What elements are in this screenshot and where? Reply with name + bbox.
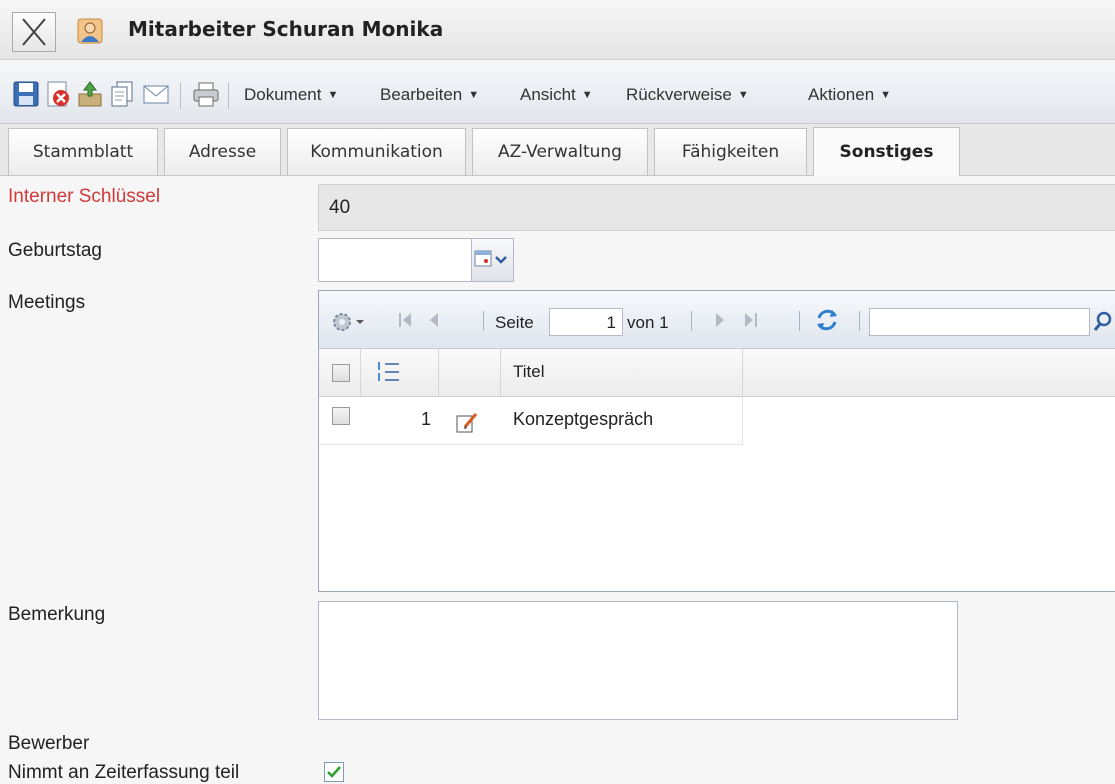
row-checkbox[interactable]: [332, 407, 350, 425]
grid-header: Titel: [319, 349, 1115, 397]
first-page-icon[interactable]: [397, 309, 413, 331]
table-row[interactable]: 1 Konzeptgespräch: [319, 397, 743, 445]
copy-icon[interactable]: [108, 80, 136, 108]
select-all-checkbox[interactable]: [332, 364, 350, 382]
tab-sonstiges[interactable]: Sonstiges: [813, 127, 960, 176]
delete-icon[interactable]: [44, 80, 72, 108]
window-title: Mitarbeiter Schuran Monika: [128, 17, 444, 41]
tab-az-verwaltung[interactable]: AZ-Verwaltung: [472, 128, 648, 175]
refresh-icon[interactable]: [813, 306, 841, 334]
tab-stammblatt[interactable]: Stammblatt: [8, 128, 158, 175]
row-number: 1: [421, 409, 432, 429]
meetings-label: Meetings: [8, 292, 86, 313]
checkmark-icon: [327, 766, 341, 778]
dropdown-arrow-icon: ▼: [327, 89, 339, 101]
mail-icon[interactable]: [142, 80, 170, 108]
toolbar-separator: [180, 83, 181, 109]
dropdown-arrow-icon: ▼: [581, 89, 593, 101]
header-select-cell: [319, 349, 361, 397]
grid-toolbar: Seite 1 von 1: [319, 291, 1115, 349]
header-number-cell[interactable]: [361, 349, 439, 397]
tab-faehigkeiten[interactable]: Fähigkeiten: [654, 128, 807, 175]
edit-icon[interactable]: [455, 411, 479, 435]
page-number-input[interactable]: 1: [549, 308, 623, 336]
page-count-label: von 1: [627, 313, 669, 332]
export-icon[interactable]: [76, 80, 104, 108]
remark-label: Bemerkung: [8, 604, 106, 625]
birthday-picker-button[interactable]: [472, 238, 514, 282]
menu-rueckverweise[interactable]: Rückverweise ▼: [626, 85, 749, 105]
grid-toolbar-separator: [799, 311, 800, 331]
window-titlebar: Mitarbeiter Schuran Monika: [0, 0, 1115, 60]
menu-label: Ansicht: [520, 85, 576, 104]
menu-ansicht[interactable]: Ansicht ▼: [520, 85, 593, 105]
menu-label: Dokument: [244, 85, 322, 104]
close-button[interactable]: [12, 12, 56, 52]
menu-aktionen[interactable]: Aktionen ▼: [808, 85, 891, 105]
menu-bearbeiten[interactable]: Bearbeiten ▼: [380, 85, 479, 105]
tab-kommunikation[interactable]: Kommunikation: [287, 128, 466, 175]
tab-bar: Stammblatt Adresse Kommunikation AZ-Verw…: [0, 124, 1115, 176]
grid-search-input[interactable]: [869, 308, 1090, 336]
toolbar: Dokument ▼ Bearbeiten ▼ Ansicht ▼ Rückverwe…: [0, 66, 1115, 124]
employee-icon: [77, 18, 103, 44]
gear-menu-icon[interactable]: [331, 309, 365, 335]
menu-dokument[interactable]: Dokument ▼: [244, 85, 338, 105]
internal-key-value: 40: [329, 197, 351, 218]
column-title: Titel: [513, 362, 545, 381]
toolbar-separator: [228, 83, 229, 109]
meetings-grid: Seite 1 von 1 Titel 1 Konzeptgespräch: [318, 290, 1115, 592]
save-icon[interactable]: [12, 80, 40, 108]
internal-key-label: Interner Schlüssel: [8, 186, 161, 207]
grid-toolbar-separator: [483, 311, 484, 331]
last-page-icon[interactable]: [743, 309, 759, 331]
row-title: Konzeptgespräch: [513, 409, 654, 429]
remark-textarea[interactable]: [318, 601, 958, 720]
time-tracking-label: Nimmt an Zeiterfassung teil: [8, 762, 240, 783]
birthday-input[interactable]: [318, 238, 472, 282]
menu-label: Aktionen: [808, 85, 875, 104]
search-icon: [1093, 311, 1112, 331]
internal-key-field: 40: [318, 184, 1115, 231]
time-tracking-checkbox[interactable]: [324, 762, 344, 782]
close-icon: [22, 18, 46, 46]
dropdown-arrow-icon: ▼: [737, 89, 749, 101]
grid-search-button[interactable]: [1091, 308, 1115, 336]
header-titel-cell[interactable]: Titel: [501, 349, 743, 397]
menu-label: Rückverweise: [626, 85, 732, 104]
next-page-icon[interactable]: [713, 309, 727, 331]
header-icon-cell: [439, 349, 501, 397]
grid-toolbar-separator: [859, 311, 860, 331]
calendar-icon: [474, 250, 507, 267]
applicant-label: Bewerber: [8, 733, 90, 754]
menu-label: Bearbeiten: [380, 85, 463, 104]
row-numbering-icon: [378, 362, 399, 381]
grid-toolbar-separator: [691, 311, 692, 331]
dropdown-arrow-icon: ▼: [880, 89, 892, 101]
birthday-label: Geburtstag: [8, 240, 102, 261]
previous-page-icon[interactable]: [427, 309, 441, 331]
tab-adresse[interactable]: Adresse: [164, 128, 281, 175]
dropdown-arrow-icon: ▼: [468, 89, 480, 101]
page-label: Seite: [495, 313, 534, 332]
print-icon[interactable]: [192, 80, 220, 108]
